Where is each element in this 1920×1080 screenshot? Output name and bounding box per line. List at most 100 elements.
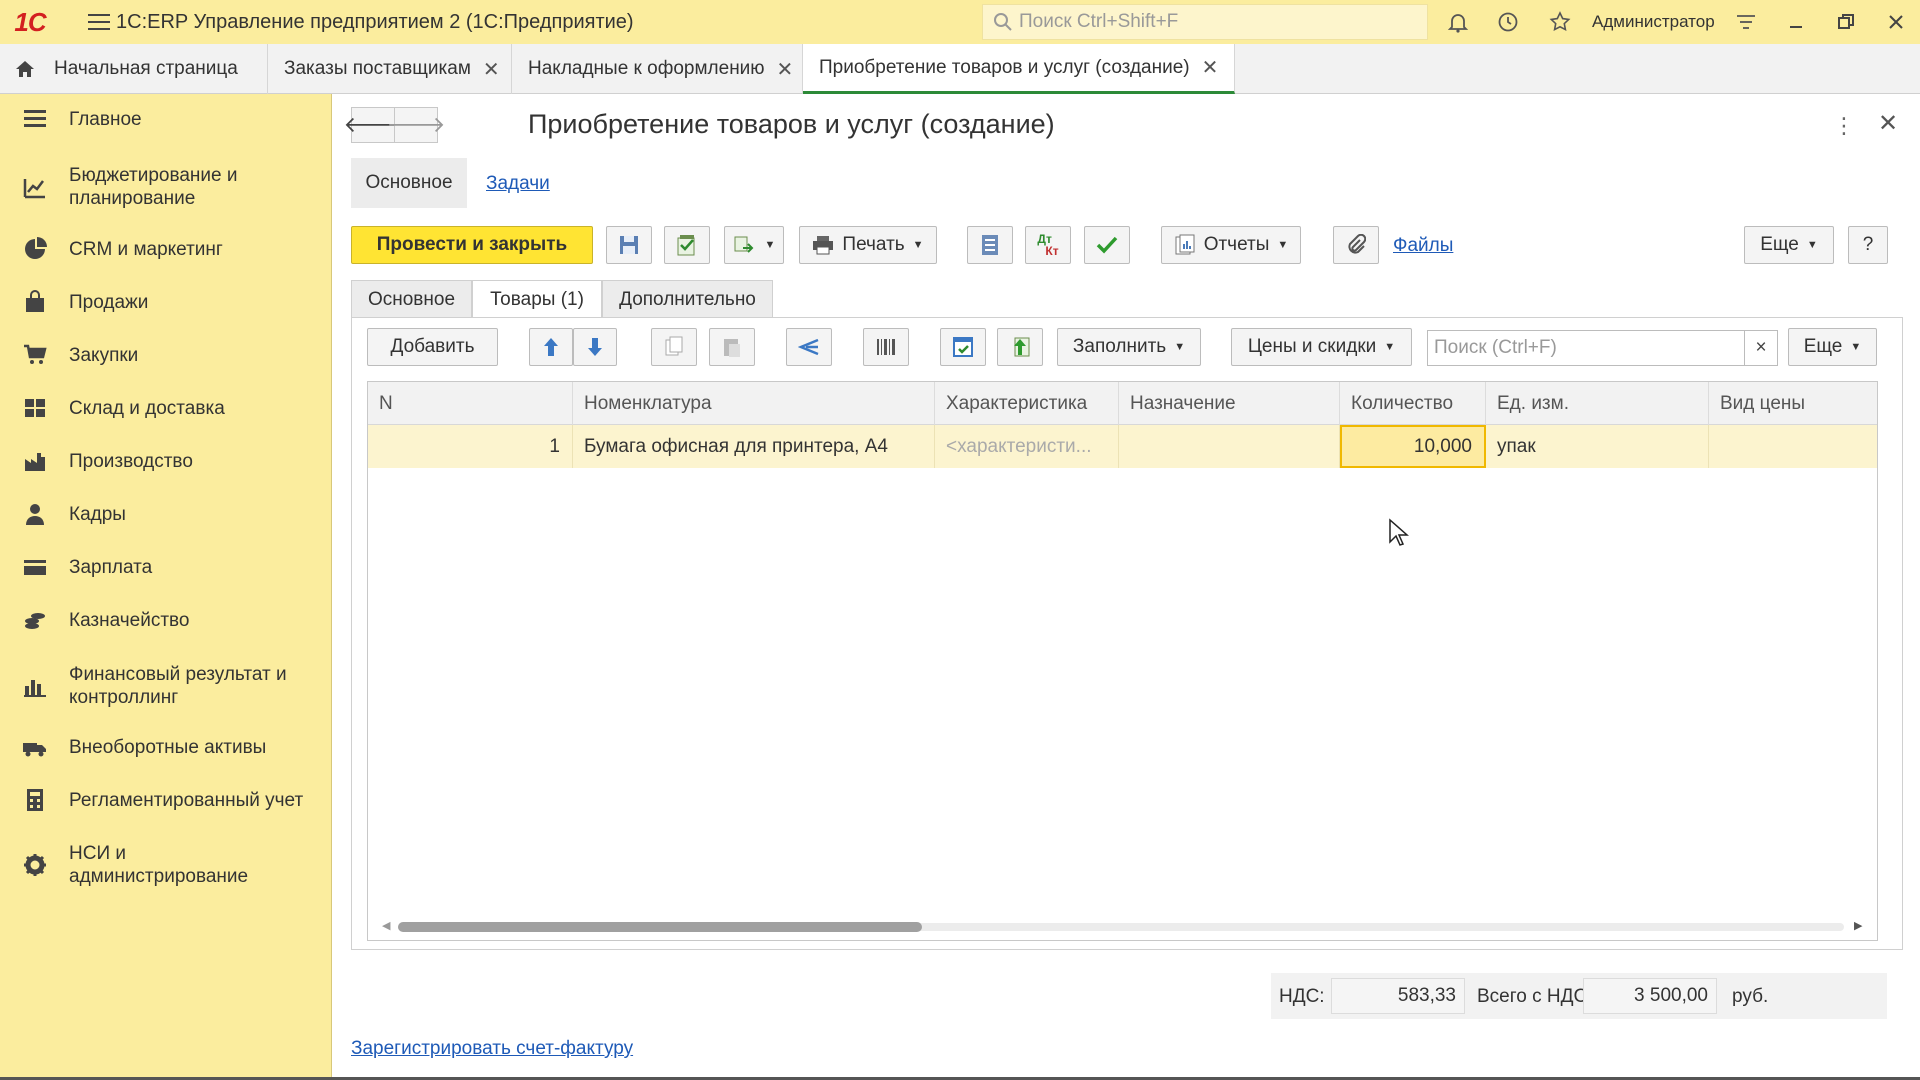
cell-purpose[interactable] — [1119, 425, 1340, 468]
scroll-left-icon[interactable]: ◀ — [382, 919, 390, 932]
subtab-main[interactable]: Основное — [351, 158, 467, 208]
cell-unit[interactable]: упак — [1486, 425, 1709, 468]
history-icon[interactable] — [1494, 8, 1522, 36]
sidebar-item-fixed-assets[interactable]: Внеоборотные активы — [0, 734, 332, 760]
tab-home[interactable]: Начальная страница — [0, 44, 268, 94]
form-tab-main[interactable]: Основное — [351, 280, 472, 318]
restore-icon[interactable] — [1832, 8, 1860, 36]
coins-icon — [22, 607, 48, 633]
cell-n[interactable]: 1 — [368, 425, 573, 468]
scrollbar-thumb[interactable] — [398, 922, 922, 932]
save-button[interactable] — [606, 226, 652, 264]
copy-row-button[interactable] — [651, 328, 697, 366]
global-search-input[interactable]: Поиск Ctrl+Shift+F — [982, 4, 1428, 40]
table-more-button[interactable]: Еще ▼ — [1788, 328, 1877, 366]
sidebar-item-salary[interactable]: Зарплата — [0, 554, 332, 580]
star-icon[interactable] — [1546, 8, 1574, 36]
close-icon[interactable]: ✕ — [777, 57, 794, 82]
confirm-button[interactable] — [1084, 226, 1130, 264]
select-items-button[interactable] — [940, 328, 986, 366]
table-search-input[interactable]: Поиск (Ctrl+F) — [1427, 330, 1749, 366]
structure-button[interactable] — [967, 226, 1013, 264]
register-invoice-link[interactable]: Зарегистрировать счет-фактуру — [351, 1038, 633, 1060]
table-row[interactable]: 1 Бумага офисная для принтера, А4 <харак… — [368, 425, 1877, 468]
sidebar-item-purchases[interactable]: Закупки — [0, 342, 332, 368]
pie-icon — [22, 236, 48, 262]
tab-invoices-to-process[interactable]: Накладные к оформлению ✕ — [512, 44, 803, 94]
move-up-button[interactable] — [529, 328, 573, 366]
barcode-button[interactable] — [863, 328, 909, 366]
cell-price-type[interactable] — [1709, 425, 1877, 468]
paste-button[interactable] — [709, 328, 755, 366]
title-bar: 1С 1С:ERP Управление предприятием 2 (1С:… — [0, 0, 1920, 44]
sidebar-item-hr[interactable]: Кадры — [0, 501, 332, 527]
sidebar-item-admin[interactable]: НСИ и администрирование — [0, 840, 332, 890]
col-characteristic[interactable]: Характеристика — [935, 382, 1119, 425]
col-n[interactable]: N — [368, 382, 573, 425]
prices-discounts-button[interactable]: Цены и скидки ▼ — [1231, 328, 1412, 366]
move-down-button[interactable] — [573, 328, 617, 366]
sidebar-item-warehouse[interactable]: Склад и доставка — [0, 395, 332, 421]
arrow-up-icon — [544, 338, 558, 356]
app-logo[interactable]: 1С — [0, 0, 60, 44]
import-button[interactable] — [997, 328, 1043, 366]
form-tab-goods[interactable]: Товары (1) — [472, 280, 602, 318]
user-name[interactable]: Администратор — [1592, 12, 1715, 32]
checkmark-icon — [1096, 236, 1118, 254]
tab-supplier-orders[interactable]: Заказы поставщикам ✕ — [268, 44, 512, 94]
window-close-icon[interactable] — [1882, 8, 1910, 36]
distribute-button[interactable] — [786, 328, 832, 366]
sidebar-item-budgeting[interactable]: Бюджетирование и планирование — [0, 162, 332, 212]
add-row-button[interactable]: Добавить — [367, 328, 498, 366]
help-button[interactable]: ? — [1848, 226, 1888, 264]
scroll-right-icon[interactable]: ▶ — [1854, 919, 1862, 932]
col-nomenclature[interactable]: Номенклатура — [573, 382, 935, 425]
sidebar-item-sales[interactable]: Продажи — [0, 289, 332, 315]
total-label: Всего с НДС: — [1477, 986, 1593, 1007]
col-price-type[interactable]: Вид цены — [1709, 382, 1877, 425]
cell-nomenclature[interactable]: Бумага офисная для принтера, А4 — [573, 425, 935, 468]
form-tab-additional[interactable]: Дополнительно — [602, 280, 773, 318]
more-button[interactable]: Еще ▼ — [1744, 226, 1834, 264]
sidebar-item-crm[interactable]: CRM и маркетинг — [0, 236, 332, 262]
col-purpose[interactable]: Назначение — [1119, 382, 1340, 425]
reports-button[interactable]: Отчеты ▼ — [1161, 226, 1301, 264]
post-and-close-button[interactable]: Провести и закрыть — [351, 226, 593, 264]
sidebar-item-main[interactable]: Главное — [0, 106, 332, 132]
bell-icon[interactable] — [1444, 8, 1472, 36]
paperclip-icon — [1348, 234, 1366, 254]
files-link[interactable]: Файлы — [1393, 235, 1453, 257]
close-icon[interactable]: ✕ — [1202, 55, 1219, 80]
close-icon[interactable]: ✕ — [483, 57, 500, 82]
print-button[interactable]: Печать ▼ — [799, 226, 937, 264]
open-tabs-bar: Начальная страница Заказы поставщикам ✕ … — [0, 44, 1920, 94]
col-quantity[interactable]: Количество — [1340, 382, 1486, 425]
cell-characteristic[interactable]: <характеристи... — [935, 425, 1119, 468]
sidebar-item-treasury[interactable]: Казначейство — [0, 607, 332, 633]
more-vertical-icon[interactable]: ⋮ — [1833, 113, 1855, 139]
create-based-on-button[interactable]: ▼ — [724, 226, 784, 264]
tab-purchase-create[interactable]: Приобретение товаров и услуг (создание) … — [803, 44, 1235, 94]
minimize-icon[interactable] — [1782, 8, 1810, 36]
col-unit[interactable]: Ед. изм. — [1486, 382, 1709, 425]
forward-button[interactable]: 🡒 — [387, 107, 446, 143]
fill-button[interactable]: Заполнить ▼ — [1057, 328, 1201, 366]
settings-lines-icon[interactable] — [1732, 8, 1760, 36]
debit-credit-button[interactable]: Дт Кт — [1025, 226, 1071, 264]
sidebar-item-production[interactable]: Производство — [0, 448, 332, 474]
sidebar-item-financial-result[interactable]: Финансовый результат и контроллинг — [0, 661, 332, 711]
post-button[interactable] — [664, 226, 710, 264]
attach-button[interactable] — [1333, 226, 1379, 264]
gear-icon — [22, 852, 48, 878]
form-close-icon[interactable]: ✕ — [1878, 109, 1898, 138]
sidebar-item-regulated-accounting[interactable]: Регламентированный учет — [0, 787, 332, 813]
subtab-tasks[interactable]: Задачи — [486, 173, 550, 195]
clear-search-button[interactable]: × — [1744, 330, 1778, 366]
horizontal-scrollbar[interactable]: ◀ ▶ — [382, 918, 1866, 934]
sections-sidebar: Главное Бюджетирование и планирование CR… — [0, 94, 332, 1080]
main-menu-icon[interactable] — [64, 0, 110, 44]
barcode-icon — [877, 339, 895, 355]
totals-panel: НДС: 583,33 Всего с НДС: 3 500,00 руб. — [1271, 973, 1887, 1019]
printer-icon — [813, 236, 834, 255]
cell-quantity[interactable]: 10,000 — [1340, 425, 1486, 468]
